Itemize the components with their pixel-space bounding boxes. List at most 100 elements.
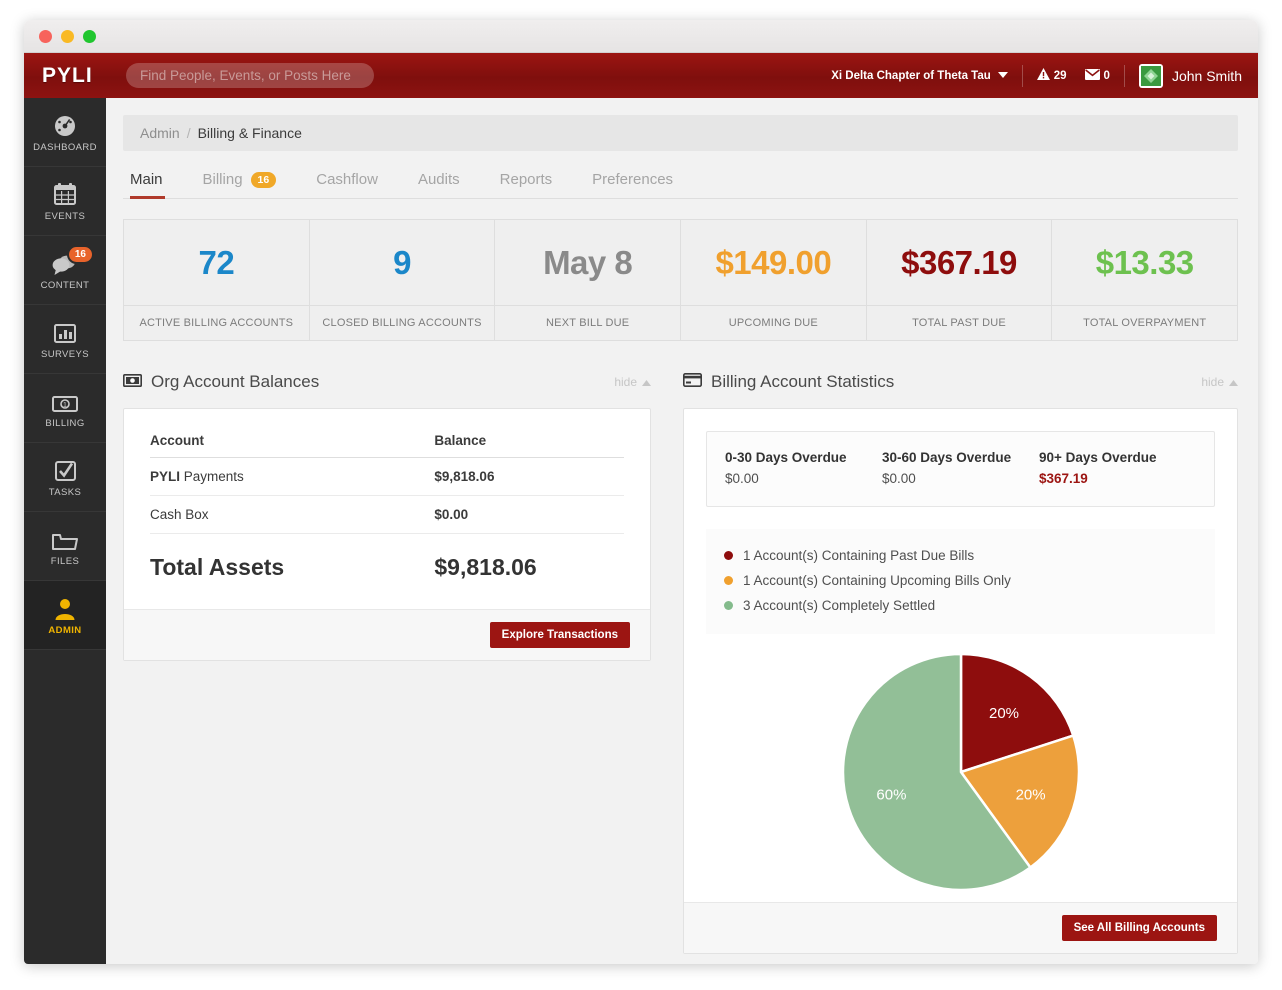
sidebar-item-surveys[interactable]: SURVEYS <box>24 305 106 374</box>
billing-stats-header: Billing Account Statistics hide <box>683 367 1238 397</box>
browser-window: PYLI Xi Delta Chapter of Theta Tau <box>24 20 1258 964</box>
pie-slice-label: 20% <box>1015 787 1045 804</box>
pie-slice-label: 20% <box>988 705 1018 722</box>
tab-bar: Main Billing 16 Cashflow Audits Reports … <box>123 166 1238 199</box>
billing-stats-title-group: Billing Account Statistics <box>683 372 894 392</box>
stat-label-next-bill-due: NEXT BILL DUE <box>495 305 681 340</box>
avatar <box>1138 63 1163 88</box>
overdue-column-30-60: 30-60 Days Overdue $0.00 <box>882 450 1039 486</box>
legend-label-settled: 3 Account(s) Completely Settled <box>743 598 936 613</box>
credit-card-icon <box>683 372 702 392</box>
sidebar-item-content[interactable]: 16 CONTENT <box>24 236 106 305</box>
stat-value-next-bill-due: May 8 <box>543 243 633 281</box>
legend-item-past-due: 1 Account(s) Containing Past Due Bills <box>724 543 1197 568</box>
stat-label-closed-accounts: CLOSED BILLING ACCOUNTS <box>309 305 495 340</box>
cell-account-balance: $0.00 <box>434 495 624 534</box>
total-assets-row: Total Assets $9,818.06 <box>150 534 624 610</box>
stat-label-active-accounts: ACTIVE BILLING ACCOUNTS <box>124 305 309 340</box>
legend-dot-past-due <box>724 551 733 560</box>
tab-audits-label: Audits <box>417 171 460 188</box>
explore-transactions-button[interactable]: Explore Transactions <box>489 622 630 648</box>
app-body: DASHBOARD EVENTS 16 CONTENT SURVEYS 1 BI… <box>24 98 1258 964</box>
breadcrumb-current: Billing & Finance <box>197 125 302 141</box>
tab-main-label: Main <box>130 171 163 188</box>
cell-account-name: Cash Box <box>150 495 435 534</box>
sidebar-item-billing[interactable]: 1 BILLING <box>24 374 106 443</box>
tab-audits[interactable]: Audits <box>398 166 480 198</box>
messages-count: 0 <box>1103 69 1110 82</box>
org-selector[interactable]: Xi Delta Chapter of Theta Tau <box>831 70 1008 82</box>
calendar-icon <box>52 181 78 207</box>
tab-reports[interactable]: Reports <box>480 166 573 198</box>
sidebar-item-files[interactable]: FILES <box>24 512 106 581</box>
user-menu[interactable]: John Smith <box>1138 63 1242 88</box>
user-name-label: John Smith <box>1171 67 1242 84</box>
messages-counter[interactable]: 0 <box>1084 68 1110 83</box>
maximize-window-button[interactable] <box>83 29 96 43</box>
sidebar-label-content: CONTENT <box>40 279 90 291</box>
search-input[interactable] <box>140 68 360 83</box>
bar-chart-icon <box>52 319 78 345</box>
org-balances-card: Account Balance PYLI Payments $9,818.06 <box>123 408 651 661</box>
breadcrumb: Admin / Billing & Finance <box>123 115 1238 151</box>
billing-accounts-pie-chart: 20% 20% 60% <box>841 652 1081 892</box>
billing-stats-card: 0-30 Days Overdue $0.00 30-60 Days Overd… <box>683 408 1238 954</box>
chevron-down-icon <box>997 70 1008 82</box>
overdue-title-90-plus: 90+ Days Overdue <box>1039 450 1157 465</box>
user-icon <box>53 595 77 621</box>
sidebar-item-events[interactable]: EVENTS <box>24 167 106 236</box>
sidebar-label-events: EVENTS <box>44 210 86 222</box>
stat-cards: 72 ACTIVE BILLING ACCOUNTS 9 CLOSED BILL… <box>123 219 1238 341</box>
table-header-row: Account Balance <box>150 409 624 458</box>
sidebar-label-billing: BILLING <box>45 417 85 429</box>
sidebar-item-admin[interactable]: ADMIN <box>24 581 106 650</box>
chevron-up-icon <box>642 375 651 389</box>
org-balances-hide-toggle[interactable]: hide <box>614 375 651 389</box>
org-account-balances-panel: Org Account Balances hide Account Balanc… <box>123 367 651 954</box>
main-content: Admin / Billing & Finance Main Billing 1… <box>106 98 1258 964</box>
alerts-count: 29 <box>1053 69 1067 82</box>
sidebar-label-dashboard: DASHBOARD <box>33 141 97 153</box>
cell-account-name: PYLI Payments <box>150 457 435 496</box>
total-assets-label: Total Assets <box>150 554 285 580</box>
global-search[interactable] <box>126 63 374 88</box>
app-header: PYLI Xi Delta Chapter of Theta Tau <box>24 53 1258 98</box>
header-divider-2 <box>1123 64 1125 87</box>
billing-stats-footer: See All Billing Accounts <box>684 902 1237 953</box>
app-logo[interactable]: PYLI <box>42 64 120 88</box>
see-all-billing-accounts-button[interactable]: See All Billing Accounts <box>1061 915 1217 941</box>
tab-main[interactable]: Main <box>124 166 183 199</box>
sidebar-label-surveys: SURVEYS <box>40 348 90 360</box>
alerts-counter[interactable]: 29 <box>1036 68 1067 83</box>
legend-item-settled: 3 Account(s) Completely Settled <box>724 593 1197 618</box>
sidebar-label-tasks: TASKS <box>48 486 82 498</box>
legend-label-past-due: 1 Account(s) Containing Past Due Bills <box>743 548 975 563</box>
tab-cashflow-label: Cashflow <box>316 171 378 188</box>
tab-billing[interactable]: Billing 16 <box>183 166 297 198</box>
sidebar-item-dashboard[interactable]: DASHBOARD <box>24 98 106 167</box>
stat-value-total-past-due: $367.19 <box>901 243 1017 281</box>
warning-icon <box>1036 68 1050 83</box>
tab-preferences[interactable]: Preferences <box>572 166 693 198</box>
close-window-button[interactable] <box>39 29 52 43</box>
tab-cashflow[interactable]: Cashflow <box>296 166 398 198</box>
breadcrumb-parent[interactable]: Admin <box>140 125 180 141</box>
org-balances-table: Account Balance PYLI Payments $9,818.06 <box>150 409 624 609</box>
org-balances-header: Org Account Balances hide <box>123 367 651 397</box>
legend-item-upcoming: 1 Account(s) Containing Upcoming Bills O… <box>724 568 1197 593</box>
org-name-label: Xi Delta Chapter of Theta Tau <box>831 69 991 82</box>
overdue-title-0-30: 0-30 Days Overdue <box>725 450 847 465</box>
billing-stats-title: Billing Account Statistics <box>711 372 895 391</box>
stat-label-total-past-due: TOTAL PAST DUE <box>866 305 1052 340</box>
billing-stats-hide-toggle[interactable]: hide <box>1201 375 1238 389</box>
sidebar-label-admin: ADMIN <box>48 624 82 636</box>
sidebar-badge-content: 16 <box>66 244 94 264</box>
overdue-title-30-60: 30-60 Days Overdue <box>882 450 1012 465</box>
sidebar-item-tasks[interactable]: TASKS <box>24 443 106 512</box>
folder-icon <box>51 526 79 552</box>
overdue-column-90-plus: 90+ Days Overdue $367.19 <box>1039 450 1196 486</box>
table-row: Cash Box $0.00 <box>150 495 624 534</box>
minimize-window-button[interactable] <box>61 29 74 43</box>
chart-legend: 1 Account(s) Containing Past Due Bills 1… <box>706 529 1215 634</box>
overdue-value-30-60: $0.00 <box>882 471 916 486</box>
